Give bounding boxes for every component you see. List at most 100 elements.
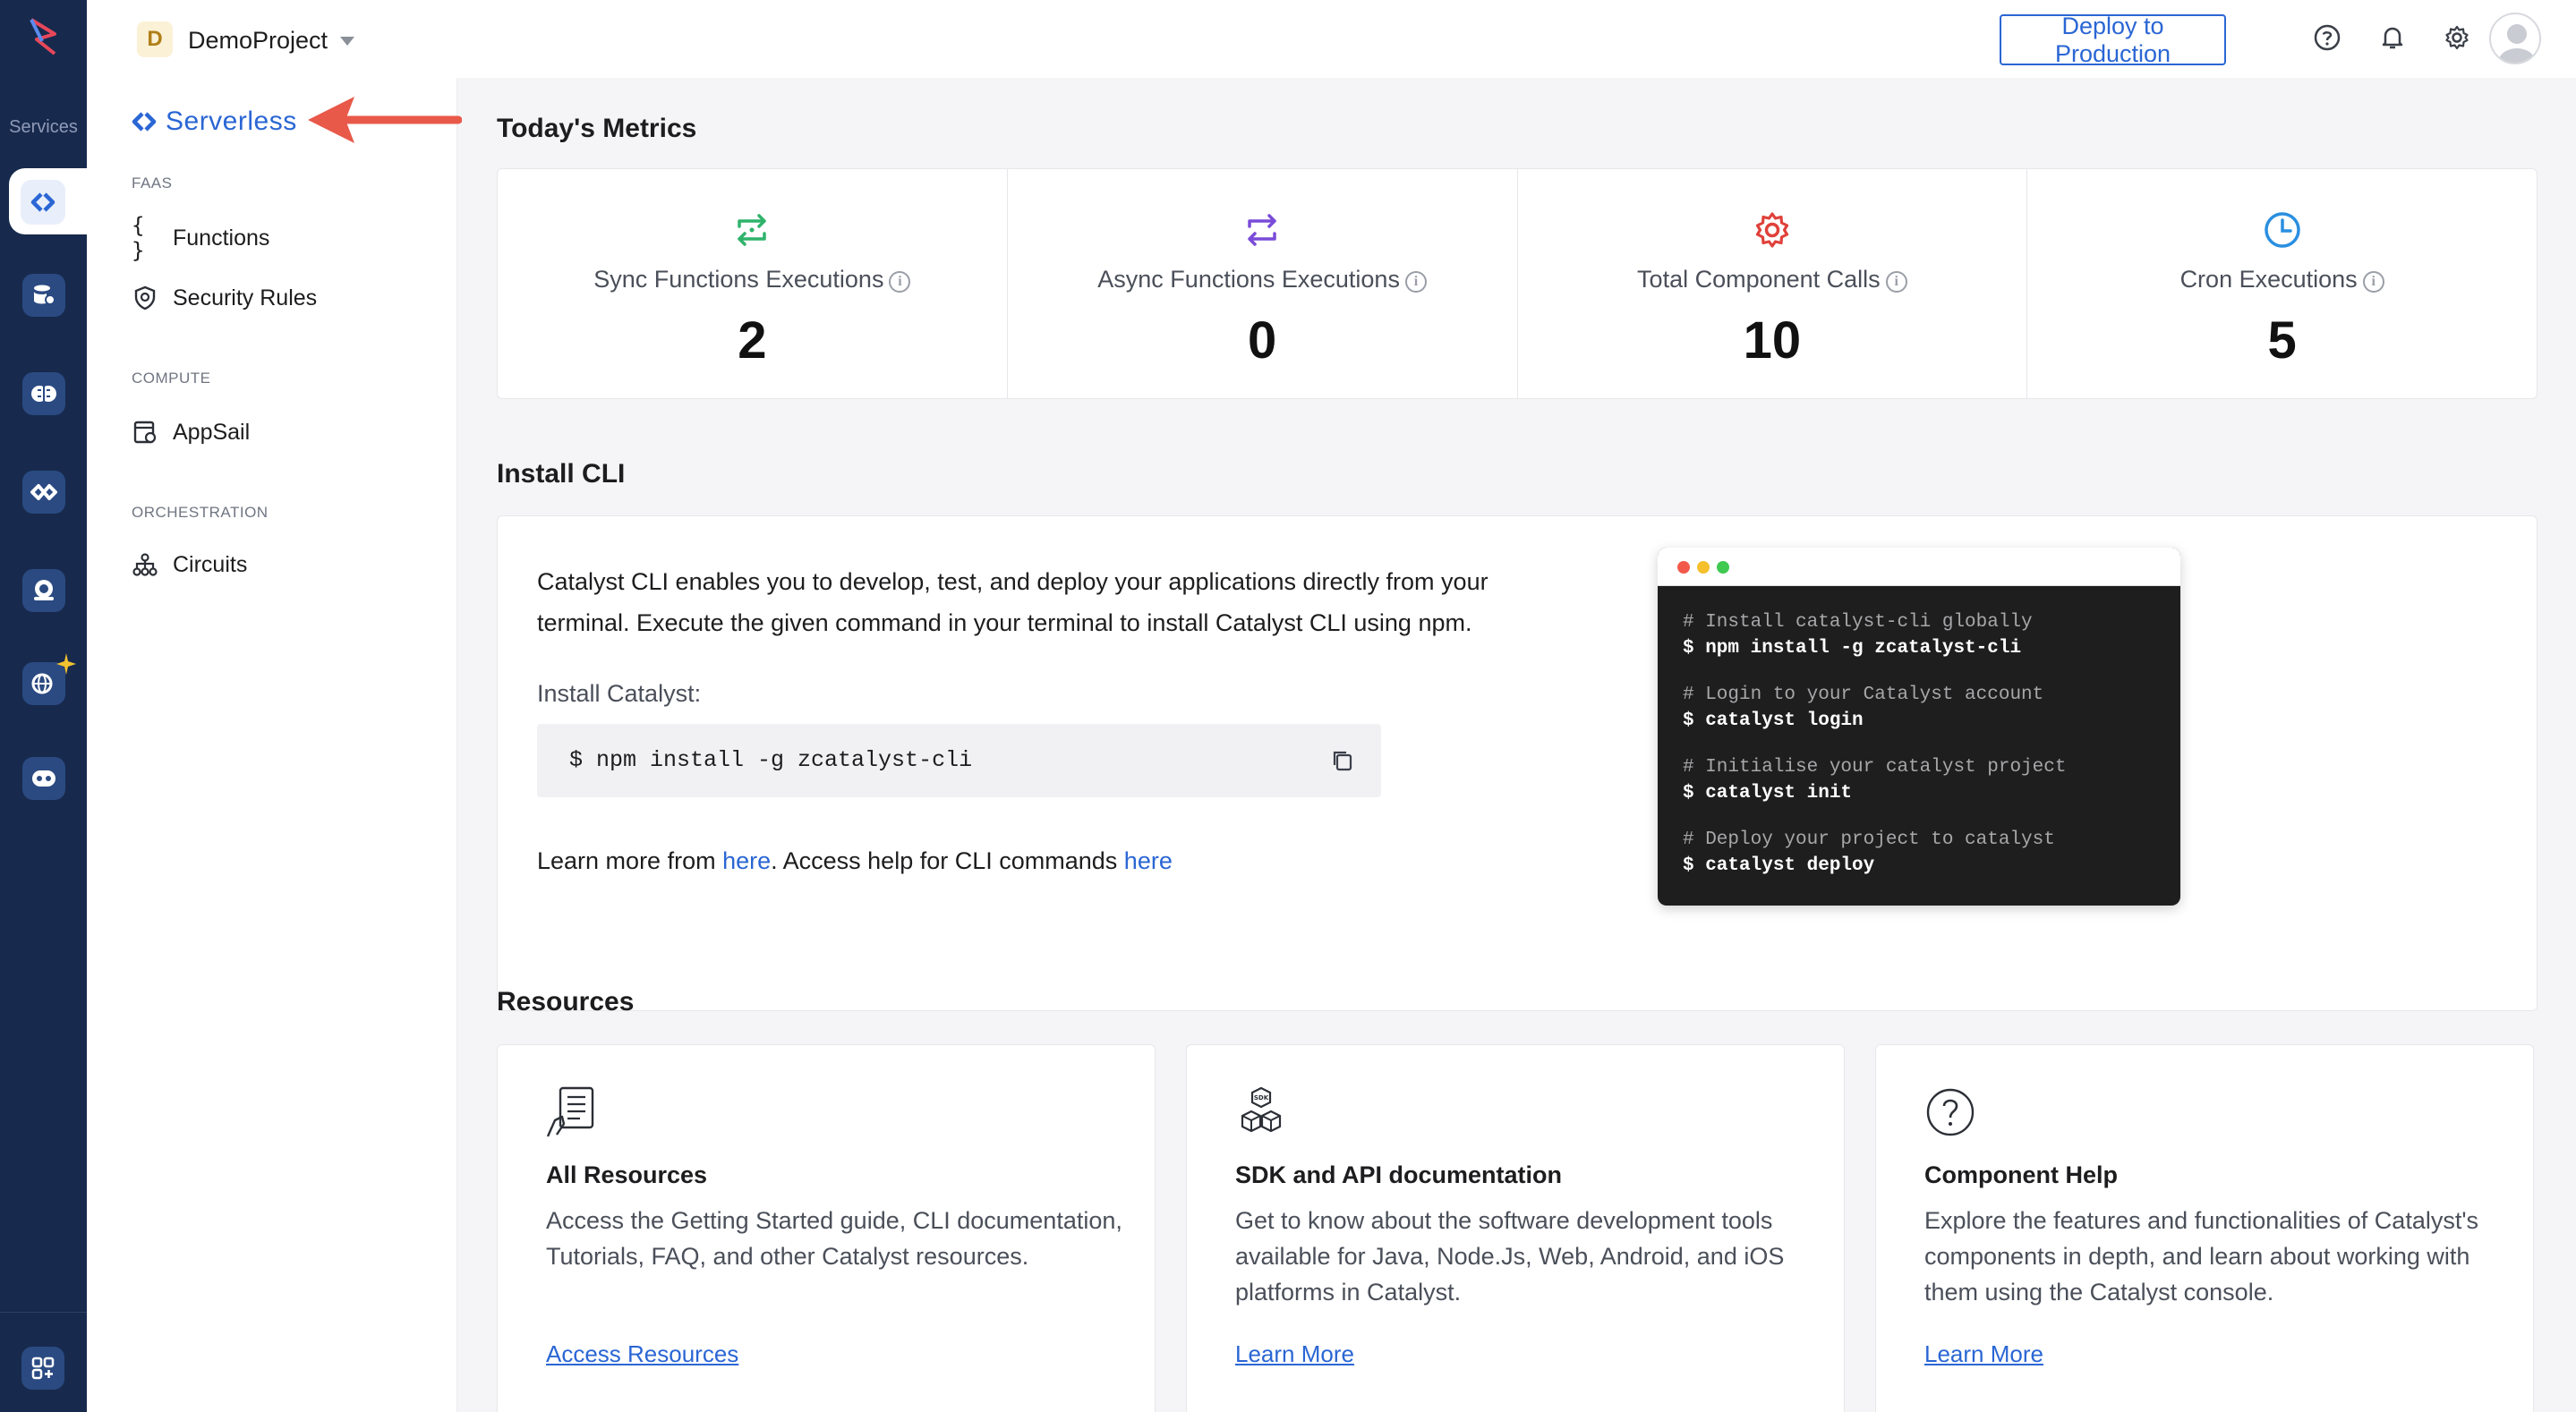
close-dot-icon [1677,561,1690,574]
resource-title: Component Help [1924,1161,2118,1188]
resources-title: Resources [497,987,635,1016]
metric-value: 2 [738,311,767,370]
services-label: Services [9,117,78,137]
section-faas: FAAS [132,174,173,191]
nav-item-appsail[interactable]: AppSail [132,419,250,446]
help-icon[interactable] [2311,21,2343,54]
metric-value: 5 [2267,311,2297,370]
learn-more-link[interactable]: here [722,847,771,874]
terminal-comment: # Login to your Catalyst account [1683,685,2044,705]
info-icon[interactable]: i [2362,271,2384,293]
subnav-title-label: Serverless [166,106,297,136]
install-command[interactable]: $ npm install -g zcatalyst-cli [569,747,972,773]
sparkle-icon [56,653,76,675]
metrics-panel: Sync Functions Executions i 2 Async Funct… [497,168,2538,399]
rail-bottom [0,1312,87,1412]
cli-help-link[interactable]: here [1124,847,1173,874]
minimize-dot-icon [1697,561,1710,574]
serverless-icon [21,180,65,225]
left-rail: Services [0,0,87,1412]
resource-title: SDK and API documentation [1235,1161,1563,1188]
resource-description: Explore the features and functionalities… [1924,1207,2478,1306]
nav-item-functions[interactable]: { } Functions [132,213,270,263]
metric-label: Total Component Calls [1637,266,1881,293]
terminal-command: $ npm install -g zcatalyst-cli [1683,638,2022,659]
terminal-command: $ catalyst login [1683,710,1864,731]
rail-item-serverless[interactable] [9,168,87,234]
terminal-comment: # Deploy your project to catalyst [1683,829,2055,850]
deploy-to-production-button[interactable]: Deploy to Production [2000,13,2226,67]
access-resources-link[interactable]: Access Resources [546,1340,738,1368]
rail-item-slate[interactable] [22,569,65,612]
install-cli-card: Catalyst CLI enables you to develop, tes… [497,515,2538,1011]
resource-card-sdk-api: SDK SDK and API documentation Get to kno… [1186,1044,1845,1412]
shield-icon [132,285,158,311]
rail-item-bot[interactable] [22,757,65,800]
rail-item-cloud-scale[interactable] [22,274,65,317]
metric-label: Cron Executions [2179,266,2358,293]
bell-icon[interactable] [2376,21,2409,54]
sync-icon [738,214,767,246]
catalyst-logo-icon[interactable] [24,16,64,59]
section-orchestration: ORCHESTRATION [132,504,269,521]
info-icon[interactable]: i [1885,271,1907,293]
main-content: Today's Metrics Sync Functions Execution… [457,78,2576,1412]
clock-icon [2264,212,2300,248]
copy-icon[interactable] [1331,749,1354,772]
project-avatar[interactable]: D [137,21,173,57]
svg-text:SDK: SDK [1254,1094,1269,1102]
learn-more-link[interactable]: Learn More [1235,1340,1354,1368]
terminal-command: $ catalyst deploy [1683,855,1875,876]
metric-total-component-calls: Total Component Calls i 10 [1518,169,2028,398]
metrics-title: Today's Metrics [497,114,697,143]
metric-async-executions: Async Functions Executions i 0 [1008,169,1518,398]
metric-label: Sync Functions Executions [593,266,884,293]
info-icon[interactable]: i [889,271,911,293]
resource-description: Get to know about the software developme… [1235,1207,1785,1306]
install-command-box: $ npm install -g zcatalyst-cli [537,724,1381,797]
user-avatar[interactable] [2489,13,2541,64]
metric-label: Async Functions Executions [1097,266,1400,293]
serverless-subnav: Serverless FAAS { } Functions Security R… [87,78,457,1412]
rail-item-devops[interactable] [22,471,65,514]
infinity-icon [30,484,57,500]
nav-item-security-rules[interactable]: Security Rules [132,285,317,311]
resource-card-component-help: Component Help Explore the features and … [1875,1044,2534,1412]
annotation-arrow-icon [308,97,462,143]
nav-item-label: Functions [173,225,270,251]
gear-icon [1755,212,1788,248]
info-icon[interactable]: i [1404,271,1427,293]
braces-icon: { } [132,213,145,263]
section-compute: COMPUTE [132,370,211,387]
nav-item-circuits[interactable]: Circuits [132,551,247,578]
project-name[interactable]: DemoProject [188,27,328,55]
rail-item-zia[interactable] [22,372,65,415]
cli-description: Catalyst CLI enables you to develop, tes… [537,568,1488,636]
serverless-icon [132,112,157,132]
apps-grid-icon[interactable] [21,1347,64,1390]
metric-sync-executions: Sync Functions Executions i 2 [498,169,1008,398]
learn-more-link[interactable]: Learn More [1924,1340,2043,1368]
metric-cron-executions: Cron Executions i 5 [2027,169,2537,398]
terminal-comment: # Initialise your catalyst project [1683,757,2067,778]
nav-item-label: Security Rules [173,285,318,310]
nav-item-label: Circuits [173,551,248,577]
chevron-down-icon[interactable] [340,37,354,46]
question-circle-icon [1926,1088,1975,1136]
settings-gear-icon[interactable] [2441,21,2473,54]
install-cli-title: Install CLI [497,459,626,489]
terminal-comment: # Install catalyst-cli globally [1683,612,2033,633]
learn-prefix: Learn more from [537,847,723,874]
top-bar: D DemoProject Deploy to Production [87,0,2576,78]
terminal-titlebar [1658,548,2180,586]
circuits-icon [132,551,158,578]
metric-value: 10 [1743,311,1802,370]
maximize-dot-icon [1717,561,1729,574]
subnav-title[interactable]: Serverless [132,106,297,137]
globe-person-icon [34,580,54,600]
terminal-lines: # Install catalyst-cli globally $ npm in… [1683,612,2066,902]
terminal-preview: # Install catalyst-cli globally $ npm in… [1658,548,2180,906]
resource-title: All Resources [546,1161,708,1188]
bot-icon [32,770,55,787]
sdk-cubes-icon: SDK [1241,1086,1282,1133]
